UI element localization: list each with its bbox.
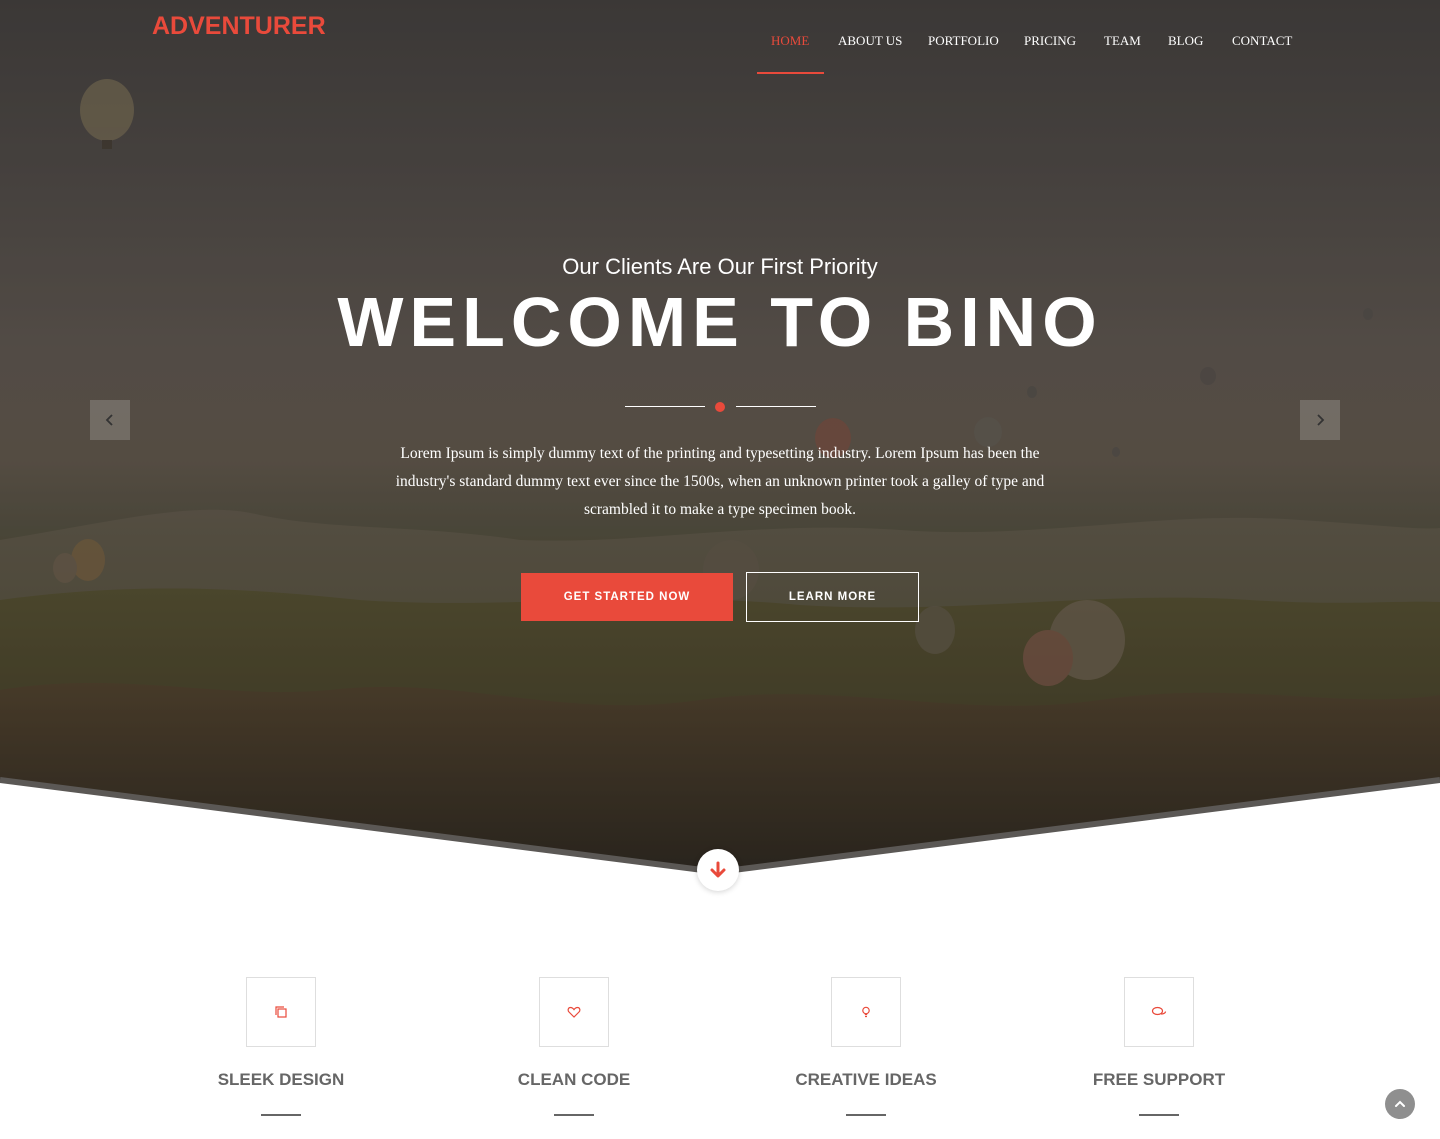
feature-title: FREE SUPPORT bbox=[1092, 1070, 1226, 1089]
hero-slider: ADVENTURER HOME ABOUT US PORTFOLIO PRICI… bbox=[0, 0, 1440, 872]
hero-subtitle: Our Clients Are Our First Priority bbox=[562, 254, 878, 279]
nav-active-indicator bbox=[757, 72, 824, 74]
scroll-down-button[interactable] bbox=[697, 849, 739, 891]
chevron-up-icon bbox=[1395, 1100, 1405, 1107]
feature-divider bbox=[261, 1114, 301, 1116]
feature-divider bbox=[846, 1114, 886, 1116]
feature-icon-box bbox=[1124, 977, 1194, 1047]
nav-item-blog[interactable]: BLOG bbox=[1168, 33, 1203, 49]
main-nav: HOME ABOUT US PORTFOLIO PRICING TEAM BLO… bbox=[0, 33, 1440, 53]
back-to-top-button[interactable] bbox=[1385, 1089, 1415, 1119]
nav-item-team[interactable]: TEAM bbox=[1104, 33, 1141, 49]
slider-prev-button[interactable] bbox=[90, 400, 130, 440]
chevron-right-icon bbox=[1317, 414, 1325, 426]
feature-divider bbox=[554, 1114, 594, 1116]
feature-icon-box bbox=[539, 977, 609, 1047]
feature-title: SLEEK DESIGN bbox=[217, 1070, 345, 1089]
feature-icon-box bbox=[246, 977, 316, 1047]
feature-title: CREATIVE IDEAS bbox=[795, 1070, 937, 1089]
learn-more-button[interactable]: LEARN MORE bbox=[746, 572, 919, 622]
chevron-left-icon bbox=[105, 414, 113, 426]
nav-item-pricing[interactable]: PRICING bbox=[1024, 33, 1076, 49]
get-started-button[interactable]: GET STARTED NOW bbox=[521, 573, 733, 621]
nav-item-home[interactable]: HOME bbox=[771, 33, 809, 49]
lightbulb-icon bbox=[862, 1006, 870, 1018]
copy-icon bbox=[275, 1006, 287, 1018]
hero-title: WELCOME TO BINO bbox=[337, 283, 1103, 361]
hero-divider-dot bbox=[715, 402, 725, 412]
arrow-down-icon bbox=[710, 861, 726, 878]
comments-icon bbox=[1151, 1006, 1167, 1016]
hero-divider-left bbox=[625, 406, 705, 407]
feature-title: CLEAN CODE bbox=[517, 1070, 631, 1089]
feature-divider bbox=[1139, 1114, 1179, 1116]
hero-divider-right bbox=[736, 406, 816, 407]
slider-next-button[interactable] bbox=[1300, 400, 1340, 440]
nav-item-contact[interactable]: CONTACT bbox=[1232, 33, 1292, 49]
heart-icon bbox=[567, 1006, 581, 1018]
nav-item-portfolio[interactable]: PORTFOLIO bbox=[928, 33, 999, 49]
hero-description: Lorem Ipsum is simply dummy text of the … bbox=[395, 445, 1045, 518]
nav-item-about-us[interactable]: ABOUT US bbox=[838, 33, 902, 49]
feature-icon-box bbox=[831, 977, 901, 1047]
